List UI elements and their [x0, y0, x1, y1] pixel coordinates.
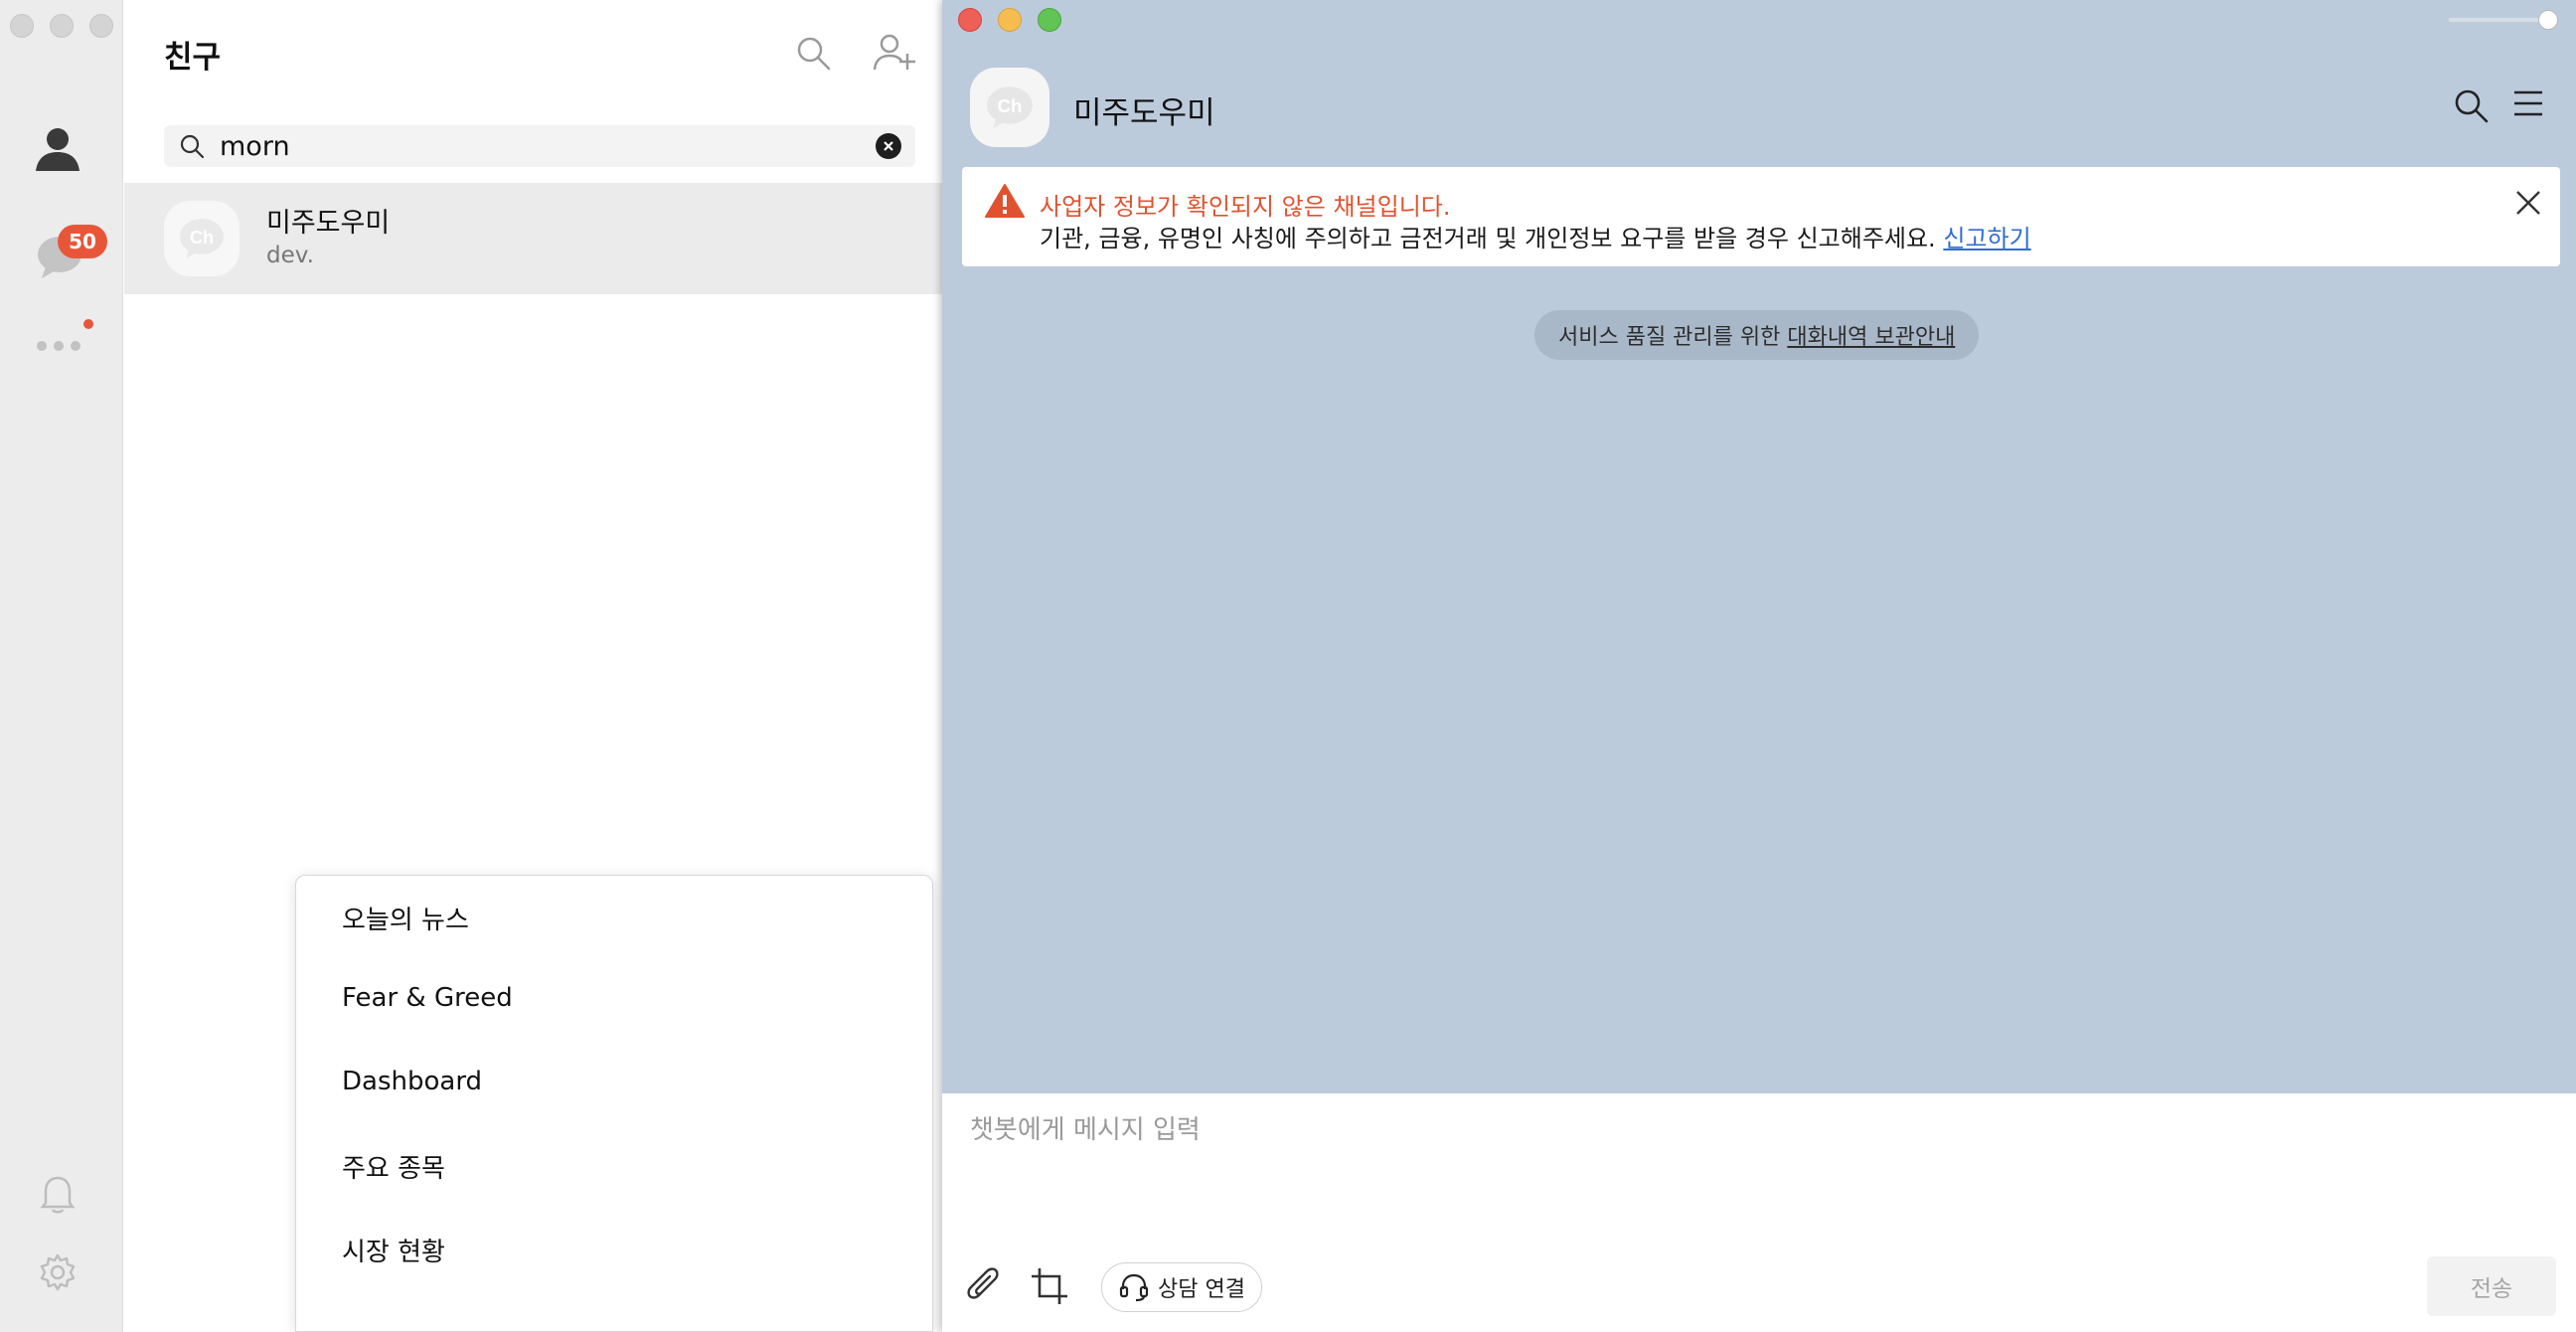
search-icon: [178, 132, 206, 164]
crop-icon: [1032, 1268, 1067, 1304]
window-minimize-button[interactable]: [998, 8, 1022, 32]
consult-label: 상담 연결: [1158, 1277, 1245, 1302]
chat-window: Ch 미주도우미 사업자 정보가 확인되지 않은 채널입니다. 기관, 금융, …: [942, 0, 2576, 1332]
attach-file-button[interactable]: [964, 1266, 1006, 1308]
window-minimize-button-inactive[interactable]: [50, 14, 74, 38]
gear-icon: [40, 1253, 76, 1291]
add-friend-button[interactable]: [872, 32, 917, 74]
new-indicator-dot: [83, 319, 93, 329]
more-dots-icon: [37, 341, 80, 351]
search-icon: [2455, 89, 2489, 123]
person-icon: [36, 128, 80, 171]
friends-search-button[interactable]: [794, 34, 834, 74]
chat-history-notice: 서비스 품질 관리를 위한 대화내역 보관안내: [1534, 310, 1980, 360]
clear-search-button[interactable]: [876, 133, 901, 159]
bell-icon: [40, 1176, 76, 1214]
window-close-button-inactive[interactable]: [10, 14, 34, 38]
opacity-slider[interactable]: [2449, 10, 2558, 30]
unverified-channel-warning: 사업자 정보가 확인되지 않은 채널입니다. 기관, 금융, 유명인 사칭에 주…: [962, 167, 2560, 266]
report-link[interactable]: 신고하기: [1943, 225, 2030, 252]
warning-message: 기관, 금융, 유명인 사칭에 주의하고 금전거래 및 개인정보 요구를 받을 …: [1040, 219, 2031, 253]
chatbot-quick-menu: 오늘의 뉴스 Fear & Greed Dashboard 주요 종목 시장 현…: [295, 875, 933, 1332]
close-icon: [2516, 191, 2540, 215]
warning-triangle-icon: [984, 183, 1026, 223]
unread-badge: 50: [58, 225, 107, 258]
friend-search-input[interactable]: [220, 129, 856, 163]
add-person-icon: [873, 34, 915, 71]
search-result-row[interactable]: Ch 미주도우미 dev.: [124, 183, 944, 294]
result-name: 미주도우미: [266, 208, 391, 239]
menu-item-today-news[interactable]: 오늘의 뉴스: [342, 900, 469, 936]
notice-text: 서비스 품질 관리를 위한: [1558, 325, 1781, 350]
friends-tab[interactable]: [30, 121, 85, 177]
friend-search-box: [164, 125, 915, 167]
svg-text:Ch: Ch: [998, 95, 1023, 116]
sidebar: 50: [0, 0, 123, 1332]
search-icon: [797, 37, 831, 71]
capture-button[interactable]: [1030, 1266, 1069, 1306]
menu-item-dashboard[interactable]: Dashboard: [342, 1067, 482, 1096]
chat-history-guide-link[interactable]: 대화내역 보관안내: [1787, 319, 1955, 351]
window-zoom-button[interactable]: [1038, 8, 1061, 32]
settings-button[interactable]: [38, 1252, 78, 1292]
warning-close-button[interactable]: [2514, 189, 2542, 221]
hamburger-menu-icon: [2514, 90, 2542, 116]
more-tab[interactable]: [34, 338, 83, 354]
channel-avatar: Ch: [164, 201, 240, 276]
channel-logo-icon: Ch: [987, 86, 1033, 128]
warning-title: 사업자 정보가 확인되지 않은 채널입니다.: [1040, 193, 1451, 221]
paperclip-icon: [967, 1267, 999, 1299]
send-button[interactable]: 전송: [2427, 1256, 2556, 1316]
close-icon: [884, 141, 893, 151]
window-zoom-button-inactive[interactable]: [89, 14, 113, 38]
slider-knob[interactable]: [2538, 10, 2558, 30]
warning-body-text: 기관, 금융, 유명인 사칭에 주의하고 금전거래 및 개인정보 요구를 받을 …: [1040, 225, 1936, 252]
notifications-button[interactable]: [38, 1173, 78, 1215]
chat-menu-button[interactable]: [2512, 89, 2544, 121]
chat-search-button[interactable]: [2453, 87, 2491, 129]
menu-item-fear-greed[interactable]: Fear & Greed: [342, 983, 513, 1013]
result-subtitle: dev.: [266, 243, 314, 268]
window-close-button[interactable]: [958, 8, 982, 32]
main-window: 50 친구 morn Ch 미주도우미 dev. 오늘의 뉴스 Fear & G…: [0, 0, 944, 1332]
menu-item-major-stocks[interactable]: 주요 종목: [342, 1148, 445, 1185]
message-composer: 상담 연결 전송: [942, 1093, 2576, 1332]
page-title: 친구: [164, 40, 222, 76]
svg-text:Ch: Ch: [190, 228, 214, 248]
chat-avatar[interactable]: Ch: [970, 68, 1049, 147]
menu-item-market-status[interactable]: 시장 현황: [342, 1232, 445, 1268]
channel-logo-icon: Ch: [180, 219, 224, 258]
consult-connect-button[interactable]: 상담 연결: [1101, 1262, 1262, 1312]
headset-icon: [1119, 1273, 1149, 1302]
chat-title: 미주도우미: [1073, 95, 1215, 131]
message-input[interactable]: [970, 1109, 2520, 1189]
